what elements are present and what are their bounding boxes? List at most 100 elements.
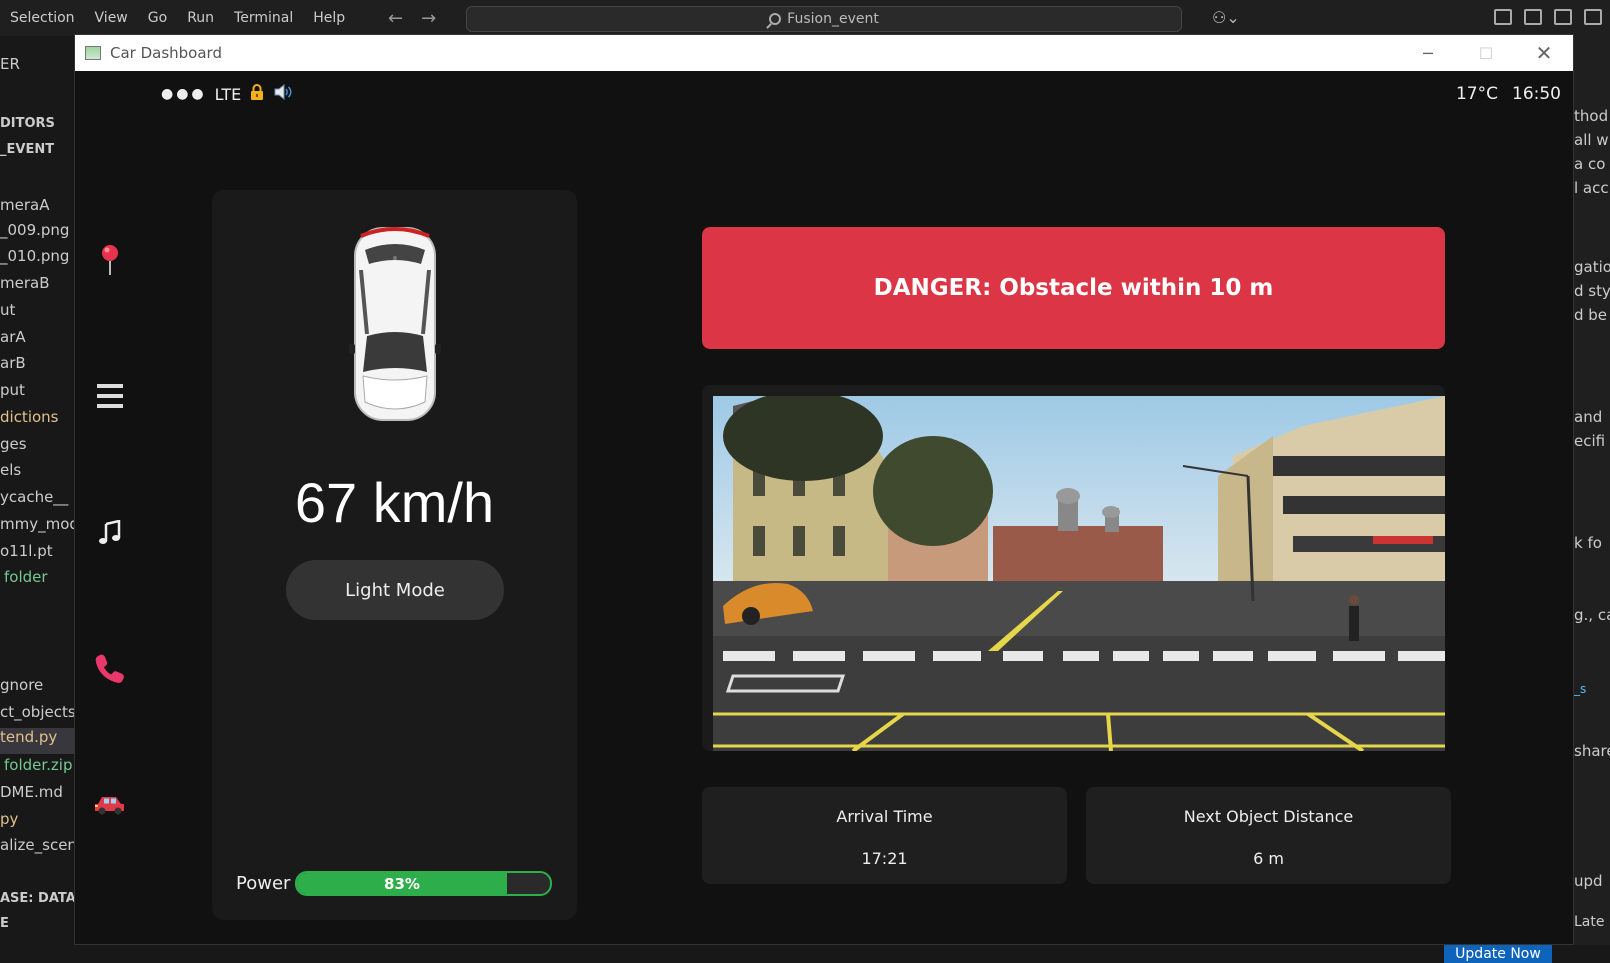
chat-text-fragment: d be bbox=[1574, 306, 1608, 324]
window-controls: ─ ☐ ✕ bbox=[1399, 35, 1573, 71]
explorer-item[interactable]: ut bbox=[0, 301, 15, 319]
explorer-item[interactable]: els bbox=[0, 461, 21, 479]
menu-run[interactable]: Run bbox=[187, 10, 214, 26]
explorer-item[interactable]: py bbox=[0, 810, 18, 828]
explorer-item[interactable]: _010.png bbox=[0, 247, 69, 265]
close-icon[interactable]: ✕ bbox=[1515, 35, 1573, 71]
toggle-sidebar-icon[interactable] bbox=[1524, 9, 1542, 25]
search-icon bbox=[769, 13, 782, 25]
explorer-item[interactable]: gnore bbox=[0, 676, 43, 694]
car-dashboard-window: Car Dashboard ─ ☐ ✕ ●●● LTE 17°C 16:50 6… bbox=[74, 34, 1574, 945]
power-label: Power bbox=[236, 873, 291, 894]
status-right: 17°C 16:50 bbox=[1456, 84, 1561, 104]
minimize-icon[interactable]: ─ bbox=[1399, 35, 1457, 71]
back-arrow-icon[interactable]: ← bbox=[388, 8, 403, 29]
window-title: Car Dashboard bbox=[110, 44, 222, 62]
arrival-time-value: 17:21 bbox=[861, 849, 908, 868]
vscode-chat-panel: thod all w a co l acc gatio d styl d be … bbox=[1574, 36, 1610, 963]
menu-terminal[interactable]: Terminal bbox=[234, 10, 293, 26]
explorer-item[interactable]: dictions bbox=[0, 408, 58, 426]
explorer-section[interactable]: E bbox=[0, 916, 9, 931]
vscode-menubar: Selection View Go Run Terminal Help ← → … bbox=[0, 0, 1610, 36]
layout-controls bbox=[1494, 9, 1602, 25]
menu-view[interactable]: View bbox=[95, 10, 128, 26]
vscode-bottom-strip bbox=[0, 945, 1610, 963]
car-status-panel: 67 km/h Light Mode Power 83% bbox=[212, 190, 577, 920]
toggle-panel-icon[interactable] bbox=[1554, 9, 1572, 25]
arrival-time-card: Arrival Time 17:21 bbox=[702, 787, 1067, 884]
chat-text-fragment: d styl bbox=[1574, 282, 1610, 300]
command-center-search[interactable]: Fusion_event bbox=[466, 6, 1182, 32]
clock: 16:50 bbox=[1512, 84, 1561, 104]
maximize-icon[interactable]: ☐ bbox=[1457, 35, 1515, 71]
explorer-item[interactable]: ER bbox=[0, 55, 20, 73]
chat-text-fragment: gatio bbox=[1574, 258, 1610, 276]
explorer-item[interactable]: folder.zip bbox=[4, 756, 73, 774]
camera-feed-frame bbox=[702, 385, 1445, 751]
customize-layout-icon[interactable] bbox=[1494, 9, 1512, 25]
next-object-distance-title: Next Object Distance bbox=[1183, 807, 1354, 826]
signal-dots: ●●● bbox=[161, 86, 207, 102]
power-value: 83% bbox=[384, 874, 420, 893]
chat-text-fragment: g., ca bbox=[1574, 606, 1610, 624]
explorer-section[interactable]: DITORS bbox=[0, 116, 55, 131]
vscode-explorer: ER DITORS _EVENT meraA _009.png _010.png… bbox=[0, 36, 74, 963]
power-progress-bar: 83% bbox=[295, 871, 552, 896]
explorer-section[interactable]: ASE: DATAB bbox=[0, 891, 74, 906]
explorer-item[interactable]: ycache__ bbox=[0, 488, 68, 506]
explorer-item[interactable]: mmy_mode bbox=[0, 515, 74, 533]
explorer-item[interactable]: ct_objects. bbox=[0, 703, 74, 721]
speaker-icon bbox=[273, 83, 293, 104]
explorer-section[interactable]: _EVENT bbox=[0, 142, 54, 157]
menu-go[interactable]: Go bbox=[148, 10, 167, 26]
dashboard-content: ●●● LTE 17°C 16:50 67 km/h Light Mode Po… bbox=[75, 71, 1573, 944]
power-fill: 83% bbox=[297, 873, 507, 894]
copilot-icon[interactable]: ⚇⌄ bbox=[1212, 8, 1240, 27]
network-label: LTE bbox=[214, 84, 242, 104]
explorer-item[interactable]: meraA bbox=[0, 196, 49, 214]
lock-icon bbox=[249, 83, 265, 105]
light-mode-button[interactable]: Light Mode bbox=[286, 560, 504, 620]
history-navigation: ← → bbox=[388, 8, 436, 29]
explorer-item[interactable]: arB bbox=[0, 354, 26, 372]
chat-text-fragment: share bbox=[1574, 742, 1610, 760]
explorer-item[interactable]: _009.png bbox=[0, 221, 69, 239]
car-top-view-image bbox=[349, 224, 441, 428]
chat-text-fragment: thod bbox=[1574, 107, 1609, 125]
toggle-secondary-sidebar-icon[interactable] bbox=[1584, 9, 1602, 25]
explorer-item[interactable]: put bbox=[0, 381, 25, 399]
explorer-item[interactable]: arA bbox=[0, 328, 26, 346]
explorer-item[interactable]: DME.md bbox=[0, 783, 63, 801]
explorer-item-selected[interactable]: tend.py bbox=[0, 728, 74, 754]
speed-readout: 67 km/h bbox=[294, 471, 495, 534]
chat-text-fragment: k fo bbox=[1574, 534, 1602, 552]
explorer-item[interactable]: folder bbox=[4, 568, 48, 586]
vscode-menu: Selection View Go Run Terminal Help bbox=[0, 10, 365, 26]
explorer-item[interactable]: alize_scene bbox=[0, 836, 74, 854]
danger-alert: DANGER: Obstacle within 10 m bbox=[702, 227, 1445, 349]
app-icon bbox=[85, 46, 101, 60]
chat-text-fragment: and bbox=[1574, 408, 1603, 426]
update-now-button[interactable]: Update Now bbox=[1444, 945, 1552, 963]
forward-arrow-icon[interactable]: → bbox=[421, 8, 436, 29]
explorer-item[interactable]: ges bbox=[0, 435, 27, 453]
menu-icon[interactable] bbox=[93, 379, 127, 413]
explorer-item[interactable]: meraB bbox=[0, 274, 50, 292]
explorer-item[interactable]: o11l.pt bbox=[0, 542, 53, 560]
arrival-time-title: Arrival Time bbox=[836, 807, 933, 826]
search-text: Fusion_event bbox=[787, 11, 879, 27]
car-icon[interactable] bbox=[93, 788, 127, 822]
chat-text-fragment: all w bbox=[1574, 131, 1609, 149]
music-icon[interactable] bbox=[93, 516, 127, 550]
map-pin-icon[interactable] bbox=[93, 243, 127, 277]
next-object-distance-value: 6 m bbox=[1253, 849, 1284, 868]
chat-text-fragment: l acc bbox=[1574, 179, 1609, 197]
menu-selection[interactable]: Selection bbox=[10, 10, 75, 26]
camera-feed-image bbox=[713, 396, 1445, 751]
chat-text-fragment: a co bbox=[1574, 155, 1606, 173]
menu-help[interactable]: Help bbox=[313, 10, 345, 26]
chat-text-fragment: ecifi bbox=[1574, 432, 1606, 450]
chat-text-fragment: Late bbox=[1574, 914, 1605, 930]
chat-text-fragment: upd bbox=[1574, 872, 1603, 890]
phone-icon[interactable] bbox=[93, 651, 127, 685]
